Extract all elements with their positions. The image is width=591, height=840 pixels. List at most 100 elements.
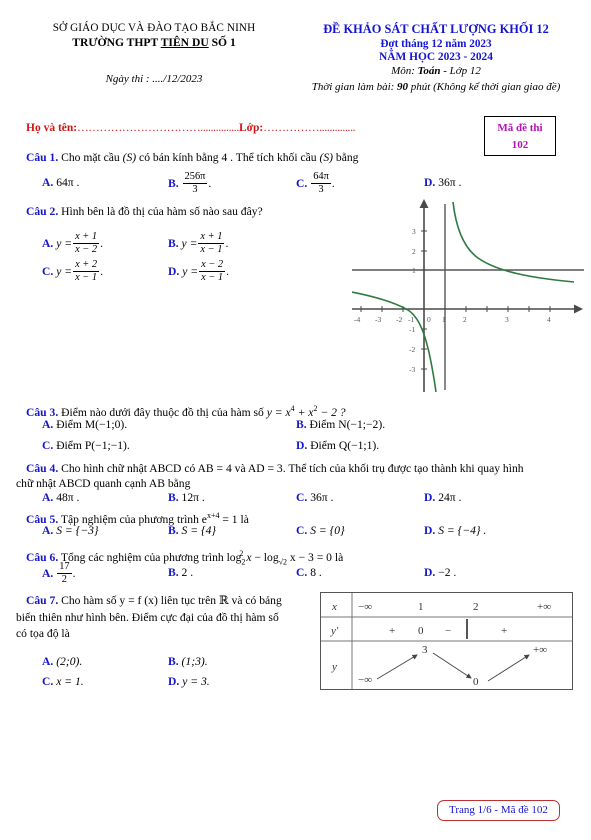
q5-option-b-label: B. [168, 524, 179, 537]
q6-option-d-value: −2 . [438, 566, 457, 579]
ytick-2: 2 [412, 247, 416, 256]
q6-option-a-label: A. [42, 567, 54, 581]
q2-option-a[interactable]: A. y = x + 1x − 2. [42, 231, 103, 257]
q6-option-c[interactable]: C. 8 . [296, 566, 322, 579]
q7-option-a-label: A. [42, 655, 54, 668]
exam-date: Ngày thi : ..../12/2023 [105, 73, 203, 85]
q3-option-a[interactable]: A. Điểm M(−1;0). [42, 418, 127, 431]
q5-option-c[interactable]: C. S = {0} [296, 524, 345, 537]
q5-option-c-value: S = {0} [310, 524, 345, 537]
q2-option-d[interactable]: D. y = x − 2x − 1. [168, 259, 229, 285]
xtick--3: -3 [375, 315, 381, 324]
school-block: SỞ GIÁO DỤC VÀ ĐÀO TẠO BẮC NINH TRƯỜNG T… [18, 22, 290, 85]
q6-option-a[interactable]: A. 17 2. [42, 561, 75, 587]
q5-option-b[interactable]: B. S = {4} [168, 524, 216, 537]
vt-x-2: 2 [473, 601, 479, 613]
vt-arrows [376, 652, 530, 682]
q1-option-c[interactable]: C. 64π 3 . [296, 171, 335, 197]
q4-option-a-label: A. [42, 491, 54, 504]
q7-option-b[interactable]: B. (1;3). [168, 655, 208, 668]
q2-option-a-label: A. [42, 237, 54, 251]
q3-option-d-label: D. [296, 439, 308, 452]
question-1: Câu 1. Cho mặt cầu (S) có bán kính bằng … [26, 150, 566, 166]
q7-option-c-value: x = 1. [56, 675, 84, 688]
q3-option-d-value: Điểm Q(−1;1). [310, 439, 380, 452]
q7-option-c[interactable]: C. x = 1. [42, 675, 84, 688]
q2-c-suffix: . [100, 265, 103, 279]
q5-option-d[interactable]: D. S = {−4} . [424, 524, 486, 537]
q2-a-fraction: x + 1x − 2 [73, 231, 100, 256]
q7-option-a[interactable]: A. (2;0). [42, 655, 82, 668]
q3-option-b[interactable]: B. Điểm N(−1;−2). [296, 418, 385, 431]
q4-option-d-label: D. [424, 491, 436, 504]
q1-c-suffix: . [331, 177, 335, 191]
q1-b-numerator: 256π [184, 171, 206, 182]
vt-label-y: y [331, 661, 337, 673]
question-4-text-line1: Cho hình chữ nhật ABCD có AB = 4 và AD =… [61, 462, 524, 475]
q2-a-lhs: y = [56, 237, 73, 251]
q1-option-a[interactable]: A. 64π . [42, 176, 79, 189]
q2-a-numerator: x + 1 [75, 231, 98, 242]
q4-option-b-label: B. [168, 491, 179, 504]
ytick--3: -3 [409, 365, 415, 374]
q6-option-b[interactable]: B. 2 . [168, 566, 193, 579]
q4-option-d[interactable]: D. 24π . [424, 491, 461, 504]
vt-arrow-up-2 [487, 654, 530, 682]
q7-option-d-label: D. [168, 675, 180, 688]
class-dots: …………….............. [263, 122, 356, 134]
q2-b-lhs: y = [181, 237, 198, 251]
student-name-field[interactable]: Họ và tên:……………………………...............Lớp:… [26, 122, 356, 134]
vt-label-x: x [331, 601, 337, 613]
q7-option-d-value: y = 3. [182, 675, 210, 688]
q4-option-b[interactable]: B. 12π . [168, 491, 205, 504]
q7-option-a-value: (2;0). [56, 655, 83, 668]
q6-option-c-value: 8 . [310, 566, 322, 579]
q1-option-a-value: 64π . [56, 176, 80, 189]
q2-b-numerator: x + 1 [200, 231, 223, 242]
q2-d-suffix: . [226, 265, 229, 279]
vt-label-yprime: y' [330, 625, 339, 637]
question-2-text: Hình bên là đồ thị của hàm số nào sau đâ… [61, 205, 263, 218]
exam-title: ĐỀ KHẢO SÁT CHẤT LƯỢNG KHỐI 12 [323, 22, 549, 36]
xtick--2: -2 [396, 315, 402, 324]
q4-option-a[interactable]: A. 48π . [42, 491, 79, 504]
q4-option-c[interactable]: C. 36π . [296, 491, 333, 504]
q1-option-b[interactable]: B. 256π 3 . [168, 171, 211, 197]
subject-prefix: Môn: [391, 65, 418, 77]
q3-option-d[interactable]: D. Điểm Q(−1;1). [296, 439, 379, 452]
q2-option-b[interactable]: B. y = x + 1x − 1. [168, 231, 229, 257]
q7-option-c-label: C. [42, 675, 54, 688]
q5-option-b-value: S = {4} [181, 524, 217, 537]
school-year: NĂM HỌC 2023 - 2024 [379, 51, 493, 63]
q5-option-d-label: D. [424, 524, 436, 537]
q1-option-d[interactable]: D. 36π . [424, 176, 461, 189]
q2-b-suffix: . [225, 237, 229, 251]
question-2: Câu 2. Hình bên là đồ thị của hàm số nào… [26, 204, 356, 220]
ytick-3: 3 [412, 227, 416, 236]
q1-option-c-fraction: 64π 3 [311, 171, 331, 196]
question-3-number: Câu 3. [26, 405, 59, 419]
ytick-1: 1 [412, 266, 416, 275]
q7-option-d[interactable]: D. y = 3. [168, 675, 210, 688]
q2-b-fraction: x + 1x − 1 [198, 231, 225, 256]
q2-c-numerator: x + 2 [75, 259, 98, 270]
question-4-text-line2: chữ nhật ABCD quanh cạnh AB bằng [16, 477, 191, 490]
vt-y-pos-inf: +∞ [533, 644, 547, 656]
vt-y-3: 3 [422, 644, 428, 656]
vt-sign-plus-2: + [501, 625, 507, 637]
question-7-line3: có tọa độ là [16, 626, 316, 642]
q5-option-a[interactable]: A. S = {−3} [42, 524, 99, 537]
q7-option-b-label: B. [168, 655, 179, 668]
exam-info-block: ĐỀ KHẢO SÁT CHẤT LƯỢNG KHỐI 12 Đợt tháng… [286, 22, 586, 93]
q7-option-b-value: (1;3). [181, 655, 208, 668]
duration-prefix: Thời gian làm bài: [311, 81, 398, 93]
q1-option-c-label: C. [296, 177, 308, 191]
q5-option-a-value: S = {−3} [56, 524, 99, 537]
duration-value: 90 [397, 81, 409, 93]
q2-option-d-label: D. [168, 265, 180, 279]
q6-option-d[interactable]: D. −2 . [424, 566, 456, 579]
q2-option-c[interactable]: C. y = x + 2x − 1. [42, 259, 103, 285]
q6-option-c-label: C. [296, 566, 308, 579]
q2-c-lhs: y = [56, 265, 73, 279]
q3-option-c[interactable]: C. Điểm P(−1;−1). [42, 439, 130, 452]
